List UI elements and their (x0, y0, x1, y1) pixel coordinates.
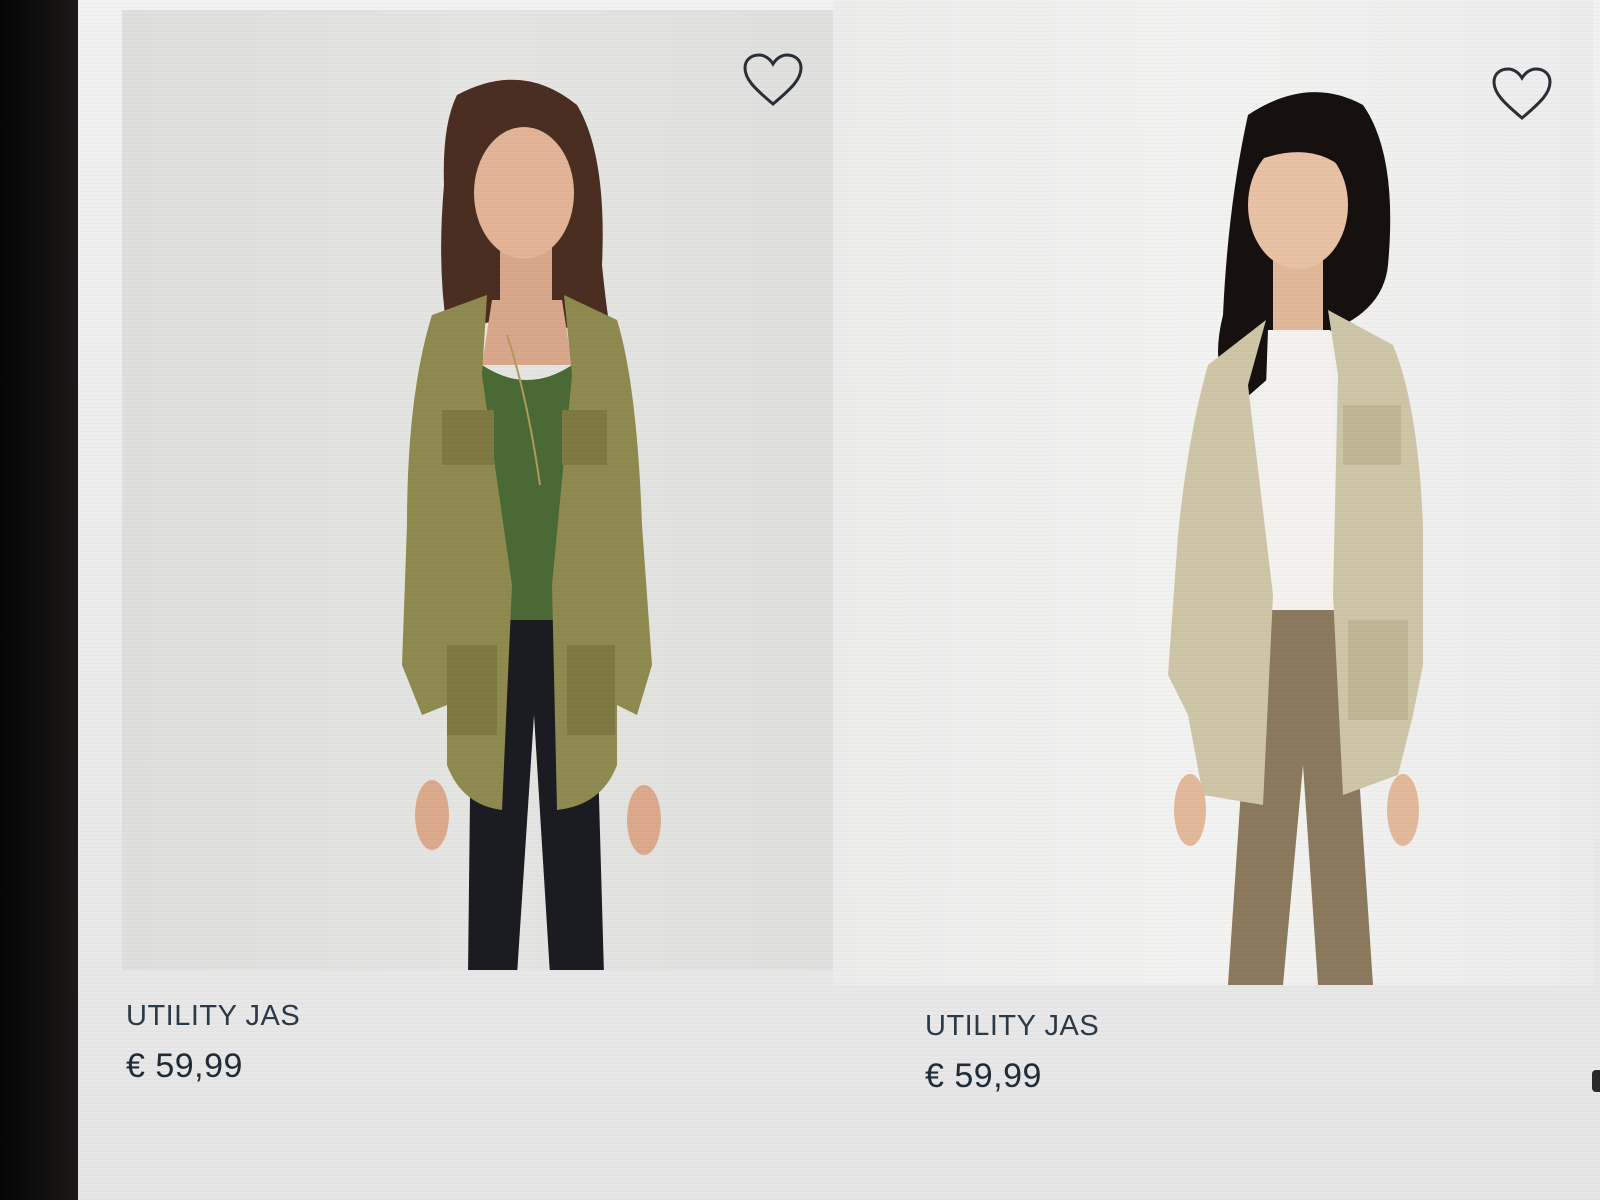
model-photo (1168, 92, 1423, 985)
product-image[interactable] (833, 0, 1593, 985)
screen-bezel (0, 0, 82, 1200)
heart-outline-icon[interactable] (742, 52, 804, 108)
product-image[interactable] (122, 10, 842, 970)
product-grid: UTILITY JAS € 59,99 UTILITY JAS € 59,99 (78, 0, 1600, 1200)
product-card[interactable]: UTILITY JAS € 59,99 (833, 0, 1593, 1095)
product-info: UTILITY JAS € 59,99 (126, 1000, 300, 1086)
product-price: € 59,99 (126, 1047, 243, 1085)
product-name[interactable]: UTILITY JAS (925, 1010, 1099, 1043)
product-price: € 59,99 (925, 1057, 1042, 1095)
product-info: UTILITY JAS € 59,99 (925, 1010, 1099, 1096)
product-card[interactable]: UTILITY JAS € 59,99 (122, 10, 842, 1085)
heart-outline-icon[interactable] (1491, 66, 1553, 122)
model-photo (402, 79, 661, 970)
product-name[interactable]: UTILITY JAS (126, 1000, 300, 1033)
next-item-edge (1592, 1070, 1600, 1092)
